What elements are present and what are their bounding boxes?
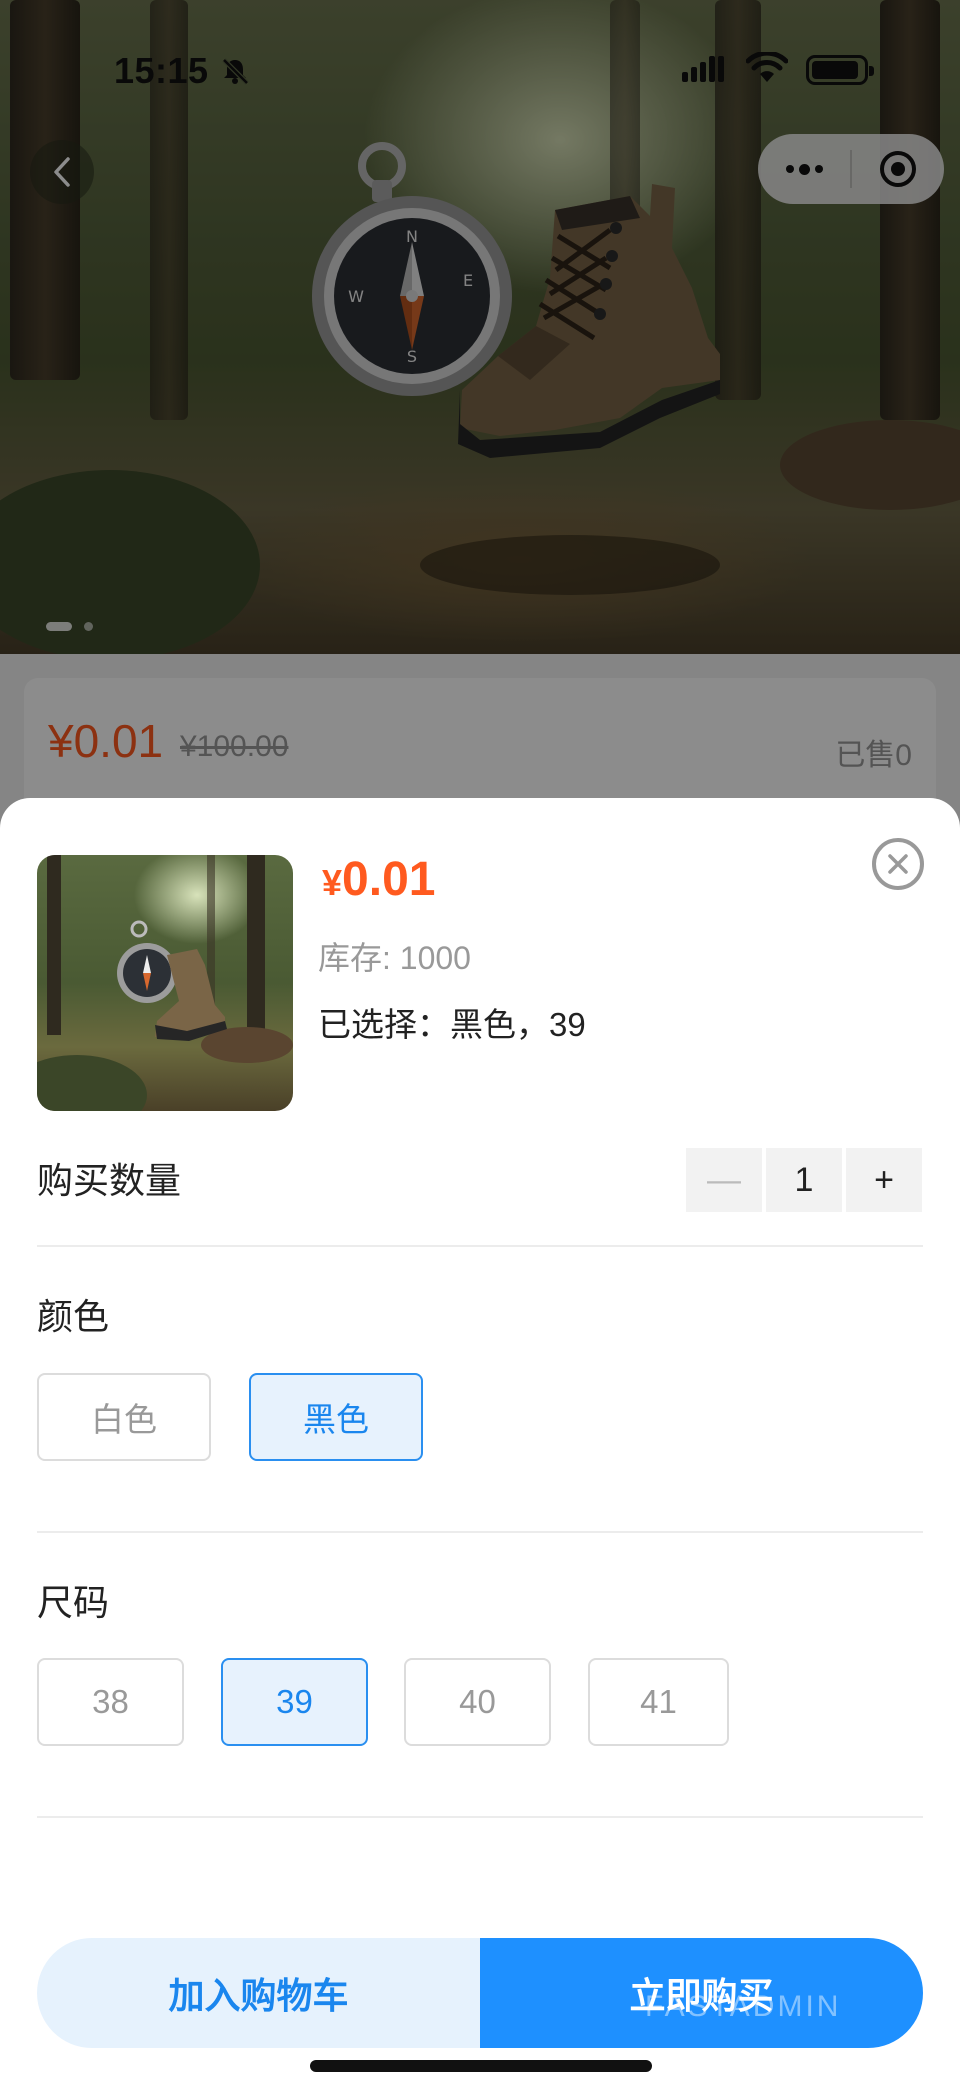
- sku-thumbnail: [37, 855, 293, 1111]
- currency-symbol: ¥: [322, 862, 343, 903]
- color-option-black[interactable]: 黑色: [249, 1373, 423, 1461]
- quantity-label: 购买数量: [37, 1160, 182, 1201]
- decrease-quantity-button[interactable]: —: [686, 1148, 762, 1212]
- fastadmin-watermark: FASTADMIN: [645, 1990, 842, 2023]
- sku-selector-sheet: ¥0.01 库存: 1000 已选择：黑色，39 购买数量 — 1 + 颜色 白…: [0, 798, 960, 2086]
- size-option-39[interactable]: 39: [221, 1658, 368, 1746]
- increase-quantity-button[interactable]: +: [846, 1148, 922, 1212]
- divider: [37, 1245, 923, 1247]
- close-sheet-button[interactable]: [872, 838, 924, 890]
- color-option-white[interactable]: 白色: [37, 1373, 211, 1461]
- divider: [37, 1531, 923, 1533]
- add-to-cart-button[interactable]: 加入购物车: [37, 1938, 480, 2048]
- size-option-40[interactable]: 40: [404, 1658, 551, 1746]
- stock-count: 库存: 1000: [318, 940, 471, 976]
- quantity-stepper: — 1 +: [686, 1148, 922, 1212]
- sku-price: ¥0.01: [322, 852, 435, 907]
- size-section-title: 尺码: [37, 1582, 110, 1623]
- close-icon: [888, 854, 908, 874]
- home-indicator: [310, 2060, 652, 2072]
- color-section-title: 颜色: [37, 1296, 110, 1337]
- size-option-41[interactable]: 41: [588, 1658, 729, 1746]
- size-option-38[interactable]: 38: [37, 1658, 184, 1746]
- quantity-value[interactable]: 1: [766, 1148, 842, 1212]
- selected-spec: 已选择：黑色，39: [318, 1006, 586, 1043]
- price-value: 0.01: [342, 853, 436, 906]
- divider: [37, 1816, 923, 1818]
